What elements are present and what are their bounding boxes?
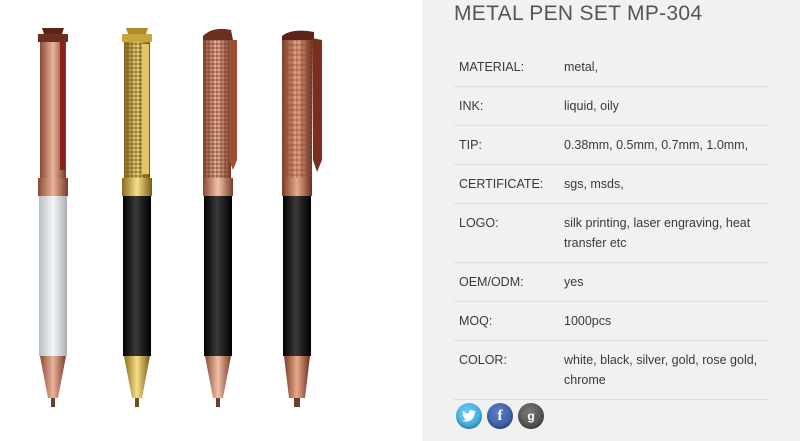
social-share-bar: f g: [456, 403, 544, 429]
spec-value: metal,: [564, 60, 599, 74]
spec-value: yes: [564, 275, 584, 289]
spec-row-logo: LOGO: silk printing, laser engraving, he…: [454, 204, 768, 263]
spec-row-oem-odm: OEM/ODM: yes: [454, 263, 768, 302]
spec-key: MATERIAL:: [459, 60, 525, 74]
twitter-icon: [462, 410, 476, 422]
black-copper-pen-image: [282, 30, 322, 407]
facebook-share-button[interactable]: f: [487, 403, 513, 429]
spec-table: MATERIAL: metal, INK: liquid, oily TIP: …: [454, 48, 768, 400]
spec-key: INK:: [459, 99, 484, 113]
spec-row-ink: INK: liquid, oily: [454, 87, 768, 126]
spec-key: MOQ:: [459, 314, 493, 328]
black-rose-grid-pen-image: [203, 28, 237, 407]
spec-key: CERTIFICATE:: [459, 177, 544, 191]
spec-row-color: COLOR: white, black, silver, gold, rose …: [454, 341, 768, 400]
spec-key: COLOR:: [459, 353, 507, 367]
product-title: METAL PEN SET MP-304: [454, 2, 703, 25]
spec-row-certificate: CERTIFICATE: sgs, msds,: [454, 165, 768, 204]
product-image-area: [0, 0, 422, 441]
spec-value: 0.38mm, 0.5mm, 0.7mm, 1.0mm,: [564, 138, 749, 152]
spec-row-tip: TIP: 0.38mm, 0.5mm, 0.7mm, 1.0mm,: [454, 126, 768, 165]
facebook-icon: f: [497, 407, 503, 424]
black-gold-pen-image: [122, 28, 152, 407]
spec-key: OEM/ODM:: [459, 275, 524, 289]
spec-value: white, black, silver, gold, rose gold, c…: [564, 353, 758, 387]
spec-value: 1000pcs: [564, 314, 612, 328]
spec-value: silk printing, laser engraving, heat tra…: [564, 216, 751, 250]
spec-row-material: MATERIAL: metal,: [454, 48, 768, 87]
spec-key: LOGO:: [459, 216, 499, 230]
spec-row-moq: MOQ: 1000pcs: [454, 302, 768, 341]
spec-value: liquid, oily: [564, 99, 619, 113]
twitter-share-button[interactable]: [456, 403, 482, 429]
googleplus-icon: g: [527, 409, 535, 423]
spec-key: TIP:: [459, 138, 482, 152]
spec-value: sgs, msds,: [564, 177, 624, 191]
googleplus-share-button[interactable]: g: [518, 403, 544, 429]
white-rose-gold-pen-image: [38, 28, 68, 407]
